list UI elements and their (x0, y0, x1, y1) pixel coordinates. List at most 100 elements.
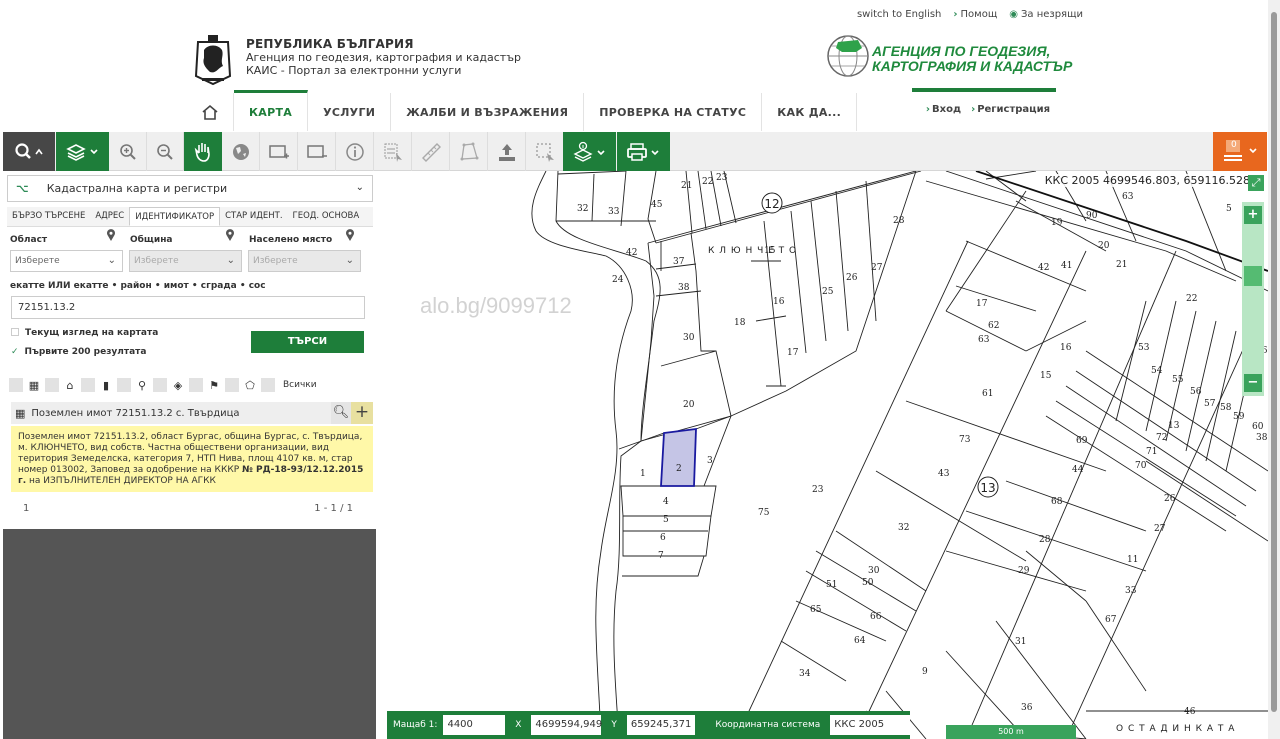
parcel-number-label: 63 (978, 335, 990, 345)
tab-geodetic-base[interactable]: ГЕОД. ОСНОВА (288, 207, 365, 226)
globe-tool-button[interactable] (222, 132, 260, 171)
map-pin-icon[interactable] (345, 229, 355, 241)
select-area-button[interactable] (526, 132, 564, 171)
measure-distance-button[interactable] (412, 132, 450, 171)
upload-button[interactable] (488, 132, 526, 171)
nav-complaints[interactable]: ЖАЛБИ И ВЪЗРАЖЕНИЯ (391, 93, 585, 131)
filter-all-label: Всички (283, 380, 317, 390)
parcel-number-label: 69 (1076, 436, 1088, 446)
info-button[interactable] (336, 132, 374, 171)
coordinate-system-select[interactable]: ККС 2005 (830, 715, 910, 735)
scrollbar-thumb[interactable] (1271, 12, 1277, 712)
current-view-checkbox[interactable]: Текущ изглед на картата (11, 328, 158, 338)
nav-services[interactable]: УСЛУГИ (308, 93, 392, 131)
parcel-number-label: 30 (683, 333, 695, 343)
first-200-checkbox[interactable]: ✓ Първите 200 резултата (11, 347, 146, 357)
filter-checkbox[interactable] (117, 378, 131, 392)
filter-checkbox[interactable] (45, 378, 59, 392)
filter-checkbox[interactable] (9, 378, 23, 392)
x-input[interactable]: 4699594,949 (531, 715, 602, 735)
parcel-number-label: 53 (1138, 343, 1150, 353)
parcel-number-label: 9 (922, 667, 928, 677)
layer-select[interactable]: ⌥ Кадастрална карта и регистри ⌄ (7, 175, 373, 202)
nav-how-to[interactable]: КАК ДА... (762, 93, 858, 131)
coat-of-arms-logo[interactable] (190, 32, 236, 86)
oblast-dropdown[interactable]: Изберете ⌄ (10, 250, 123, 272)
expand-icon: ⤢ (1251, 176, 1261, 189)
add-rect-button[interactable] (260, 132, 298, 171)
zoom-to-result-button[interactable]: 🔍︎ (331, 402, 351, 424)
nav-status-check[interactable]: ПРОВЕРКА НА СТАТУС (584, 93, 763, 131)
top-links: switch to English › Помощ ◉ За незрящи (857, 9, 1083, 20)
parcel-number-label: 41 (1061, 261, 1072, 271)
page-scrollbar[interactable] (1268, 0, 1280, 739)
filter-checkbox[interactable] (81, 378, 95, 392)
parcel-number-label: 65 (810, 605, 822, 615)
remove-rect-button[interactable] (298, 132, 336, 171)
parcel-number-label: 73 (959, 435, 971, 445)
parcel-number-label: 1 (640, 469, 646, 479)
pager-page[interactable]: 1 (23, 503, 29, 514)
layer-info-button[interactable] (563, 132, 616, 171)
parcel-number-label: 38 (678, 283, 690, 293)
tab-identifier[interactable]: ИДЕНТИФИКАТОР (129, 207, 221, 226)
selected-parcel[interactable] (660, 427, 697, 487)
filter-checkbox[interactable] (189, 378, 203, 392)
zoom-slider[interactable]: + − (1242, 202, 1264, 396)
scale-input[interactable]: 4400 (443, 715, 506, 735)
plus-icon: + (1247, 207, 1259, 222)
info-icon (345, 142, 364, 161)
parcel-number-label: 16 (1060, 343, 1072, 353)
filter-checkbox[interactable] (153, 378, 167, 392)
add-to-cart-button[interactable]: + (351, 402, 373, 424)
search-button[interactable]: ТЪРСИ (251, 331, 364, 353)
parcel-number-label: 25 (822, 287, 834, 297)
parcel-number-label: 75 (758, 508, 770, 518)
map-pin-icon[interactable] (225, 229, 235, 241)
help-link[interactable]: › Помощ (953, 9, 997, 20)
agency-globe-logo[interactable] (826, 34, 870, 78)
cart-menu-button[interactable]: 0 (1213, 132, 1267, 171)
home-icon: ⌂ (66, 378, 74, 392)
zoom-in-button[interactable] (110, 132, 147, 171)
accessibility-link[interactable]: ◉ За незрящи (1009, 9, 1083, 20)
tab-old-identifier[interactable]: СТАР ИДЕНТ. (220, 207, 287, 226)
login-link[interactable]: › Вход (926, 104, 961, 115)
register-label: Регистрация (977, 104, 1050, 115)
parcel-number-label: 6 (660, 533, 666, 543)
parcel-number-label: 2 (676, 464, 682, 474)
filter-all-checkbox[interactable] (261, 378, 275, 392)
fullscreen-button[interactable]: ⤢ (1248, 175, 1264, 191)
map-canvas[interactable]: 12 13 К Л Ю Н Ч Е Т О О С Т А Д И Н К А … (386, 171, 1268, 739)
layers-tool-button[interactable] (56, 132, 109, 171)
identifier-input[interactable]: 72151.13.2 (11, 296, 365, 319)
select-parcel-button[interactable] (374, 132, 412, 171)
register-link[interactable]: › Регистрация (971, 104, 1050, 115)
filter-checkbox[interactable] (225, 378, 239, 392)
nav-map[interactable]: КАРТА (234, 90, 309, 131)
cadastre-icon: ⌥ (16, 182, 29, 195)
map-pin-icon[interactable] (106, 229, 116, 241)
pan-tool-button[interactable] (184, 132, 222, 171)
zoom-out-slider-button[interactable]: − (1244, 374, 1262, 392)
measure-area-button[interactable] (450, 132, 488, 171)
tab-address[interactable]: АДРЕС (90, 207, 129, 226)
zoom-out-button[interactable] (147, 132, 184, 171)
parcel-number-label: 15 (764, 246, 776, 256)
layer-select-value: Кадастрална карта и регистри (46, 182, 228, 195)
portal-name: КАИС - Портал за електронни услуги (246, 64, 462, 77)
search-panel-content: ⌥ Кадастрална карта и регистри ⌄ БЪРЗО Т… (3, 171, 376, 529)
print-button[interactable] (617, 132, 670, 171)
zoom-slider-handle[interactable] (1244, 266, 1262, 286)
search-tool-button[interactable] (3, 132, 55, 171)
parcel-number-label: 21 (681, 181, 692, 191)
chevron-right-icon: › (925, 104, 931, 115)
nav-home[interactable] (187, 93, 234, 131)
chevron-down-icon: ⌄ (107, 255, 116, 266)
cadastral-map[interactable]: 12 13 К Л Ю Н Ч Е Т О О С Т А Д И Н К А … (386, 171, 1268, 739)
tab-quick-search[interactable]: БЪРЗО ТЪРСЕНЕ (7, 207, 90, 226)
switch-language-link[interactable]: switch to English (857, 9, 941, 20)
result-header[interactable]: ▦ Поземлен имот 72151.13.2 с. Твърдица 🔍… (11, 402, 373, 424)
y-input[interactable]: 659245,371 (626, 715, 696, 735)
zoom-in-slider-button[interactable]: + (1244, 206, 1262, 224)
